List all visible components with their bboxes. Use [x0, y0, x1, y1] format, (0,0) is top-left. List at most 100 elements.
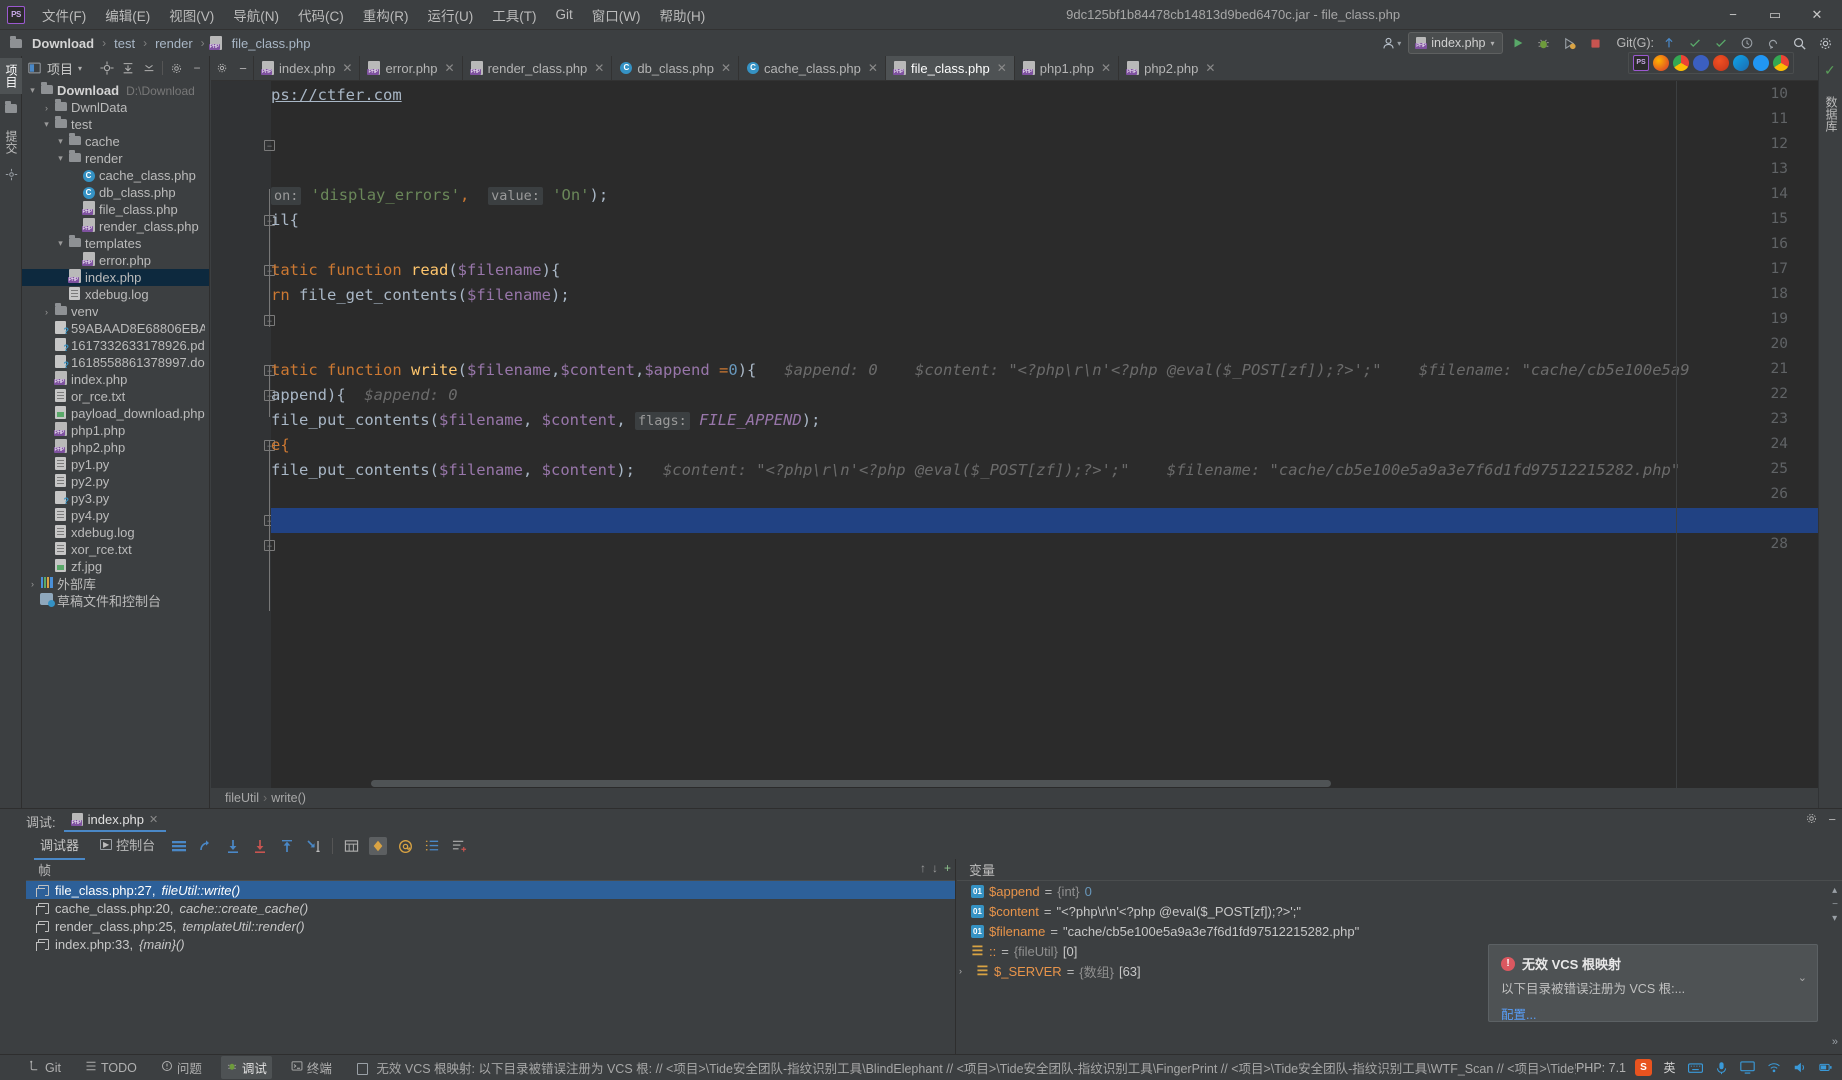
frame-row[interactable]: index.php:33,{main}() — [26, 935, 955, 953]
editor-body[interactable]: 10111213141516171819202122232425262728 −… — [211, 81, 1818, 808]
ime-language-icon[interactable]: 英 — [1661, 1059, 1678, 1076]
gear-icon[interactable] — [1814, 32, 1836, 54]
tree-item-or-rce-txt[interactable]: or_rce.txt — [22, 388, 209, 405]
chromium-icon[interactable] — [1773, 55, 1789, 71]
stop-icon[interactable] — [1585, 32, 1607, 54]
editor-tab-db_class-php[interactable]: Cdb_class.php✕ — [611, 56, 738, 80]
mute-breakpoints-icon[interactable] — [369, 837, 387, 855]
minus-icon[interactable]: − — [1832, 899, 1838, 910]
tree-item-php1-php[interactable]: php1.php — [22, 422, 209, 439]
tree-expand-arrow[interactable]: › — [26, 579, 39, 589]
tree-item-xdebug-log[interactable]: xdebug.log — [22, 286, 209, 303]
variable-row[interactable]: 01$content="<?php\r\n'<?php @eval($_POST… — [957, 901, 1842, 921]
menu-item-navigate[interactable]: 导航(N) — [224, 1, 288, 29]
breadcrumb-test[interactable]: test — [111, 35, 138, 52]
tree-item-render-class-php[interactable]: render_class.php — [22, 218, 209, 235]
run-configuration-selector[interactable]: index.php ▾ — [1408, 32, 1502, 54]
breadcrumb-download[interactable]: Download — [29, 35, 97, 52]
menu-item-tools[interactable]: 工具(T) — [483, 1, 545, 29]
minimize-button[interactable]: − — [1712, 0, 1754, 29]
safari-icon[interactable] — [1713, 55, 1729, 71]
sogou-icon[interactable]: S — [1635, 1059, 1652, 1076]
code-text[interactable]: ps://ctfer.comon: 'display_errors', valu… — [271, 81, 1818, 808]
expand-arrow[interactable]: › — [959, 966, 969, 976]
debug-session-tab[interactable]: index.php ✕ — [64, 810, 167, 832]
status-tab-todo[interactable]: TODO — [80, 1058, 142, 1077]
user-icon[interactable]: ▾ — [1378, 32, 1404, 54]
editor-tab-render_class-php[interactable]: render_class.php✕ — [462, 56, 612, 80]
settings-icon[interactable] — [450, 837, 468, 855]
inspections-ok-icon[interactable]: ✓ — [1824, 62, 1836, 79]
chevron-down-icon[interactable]: ▾ — [78, 64, 82, 73]
tree-item-py2-py[interactable]: py2.py — [22, 473, 209, 490]
status-tab-debug[interactable]: 调试 — [221, 1056, 272, 1079]
tree-item-test[interactable]: ▾test — [22, 116, 209, 133]
editor-tab-php2-php[interactable]: php2.php✕ — [1118, 56, 1222, 80]
close-icon[interactable]: ✕ — [342, 61, 352, 75]
status-bar-tabs[interactable]: GitTODO问题调试终端 — [24, 1056, 337, 1079]
tree-item--[interactable]: 草稿文件和控制台 — [22, 592, 209, 609]
arrow-up-icon[interactable]: ↑ — [920, 861, 926, 875]
network-icon[interactable] — [1765, 1059, 1782, 1076]
tree-item-venv[interactable]: ›venv — [22, 303, 209, 320]
collapse-all-icon[interactable] — [120, 60, 136, 76]
tree-expand-arrow[interactable]: › — [40, 103, 53, 113]
close-button[interactable]: ✕ — [1796, 0, 1838, 29]
tab-console[interactable]: ▶ 控制台 — [94, 833, 161, 860]
frames-list[interactable]: file_class.php:27,fileUtil::write()cache… — [26, 881, 955, 953]
close-icon[interactable]: ✕ — [149, 813, 158, 826]
keyboard-icon[interactable] — [1687, 1059, 1704, 1076]
breadcrumb-method[interactable]: write() — [271, 791, 306, 805]
close-icon[interactable]: ✕ — [1101, 61, 1111, 75]
hide-tabs-icon[interactable]: − — [233, 56, 253, 80]
tree-item-py4-py[interactable]: py4.py — [22, 507, 209, 524]
close-icon[interactable]: ✕ — [997, 61, 1007, 75]
git-update-icon[interactable] — [1658, 32, 1680, 54]
maximize-button[interactable]: ▭ — [1754, 0, 1796, 29]
status-tab-terminal[interactable]: 终端 — [286, 1056, 337, 1079]
variable-row[interactable]: 01$filename="cache/cb5e100e5a9a3e7f6d1fd… — [957, 921, 1842, 941]
coverage-icon[interactable] — [1559, 32, 1581, 54]
git-history-icon[interactable] — [1736, 32, 1758, 54]
tree-expand-arrow[interactable]: › — [40, 307, 53, 317]
expand-vars-icon[interactable]: » — [1832, 1036, 1838, 1048]
notification-balloon[interactable]: ! 无效 VCS 根映射 以下目录被错误注册为 VCS 根:... 配置... … — [1488, 944, 1818, 1022]
close-icon[interactable]: ✕ — [721, 61, 731, 75]
layout-icon[interactable] — [170, 837, 188, 855]
menu-item-git[interactable]: Git — [547, 3, 582, 26]
tree-item-1617332633178926-pdf[interactable]: 1617332633178926.pdf — [22, 337, 209, 354]
mic-icon[interactable] — [1713, 1059, 1730, 1076]
speaker-icon[interactable] — [1791, 1059, 1808, 1076]
tree-item-payload-download-php-jpg[interactable]: payload_download.php.jpg — [22, 405, 209, 422]
frame-row[interactable]: file_class.php:27,fileUtil::write() — [26, 881, 955, 899]
gear-icon[interactable] — [168, 60, 184, 76]
power-icon[interactable] — [1817, 1059, 1834, 1076]
tree-item-59abaad8e68806ebac108b[interactable]: 59ABAAD8E68806EBAC108B — [22, 320, 209, 337]
editor-tab-php1-php[interactable]: php1.php✕ — [1014, 56, 1118, 80]
scroll-down-icon[interactable]: ▾ — [1832, 913, 1838, 924]
breadcrumb-class[interactable]: fileUtil — [225, 791, 259, 805]
close-icon[interactable]: ✕ — [594, 61, 604, 75]
scroll-up-icon[interactable]: ▴ — [1832, 885, 1838, 896]
chevron-down-icon[interactable]: ⌄ — [1798, 971, 1807, 984]
sidebar-tab-database[interactable]: 数据库 — [1823, 96, 1840, 132]
breadcrumb-file[interactable]: file_class.php — [229, 35, 314, 52]
close-icon[interactable]: ✕ — [868, 61, 878, 75]
add-icon[interactable]: + — [944, 861, 951, 875]
sidebar-tab-project[interactable]: 项目 — [0, 58, 23, 94]
tree-expand-arrow[interactable]: ▾ — [26, 85, 39, 96]
editor-gutter[interactable] — [211, 81, 271, 808]
tree-item-templates[interactable]: ▾templates — [22, 235, 209, 252]
menu-item-file[interactable]: 文件(F) — [33, 1, 95, 29]
step-out-icon[interactable] — [278, 837, 296, 855]
breadcrumb-render[interactable]: render — [152, 35, 196, 52]
force-step-into-icon[interactable] — [251, 837, 269, 855]
tree-item-1618558861378997-doc[interactable]: 1618558861378997.doc — [22, 354, 209, 371]
tree-item-render[interactable]: ▾render — [22, 150, 209, 167]
run-icon[interactable] — [1507, 32, 1529, 54]
tree-item-dwnldata[interactable]: ›DwnlData — [22, 99, 209, 116]
frame-row[interactable]: render_class.php:25,templateUtil::render… — [26, 917, 955, 935]
tree-item-cache[interactable]: ▾cache — [22, 133, 209, 150]
editor-tab-cache_class-php[interactable]: Ccache_class.php✕ — [738, 56, 885, 80]
tree-item-xdebug-log[interactable]: xdebug.log — [22, 524, 209, 541]
